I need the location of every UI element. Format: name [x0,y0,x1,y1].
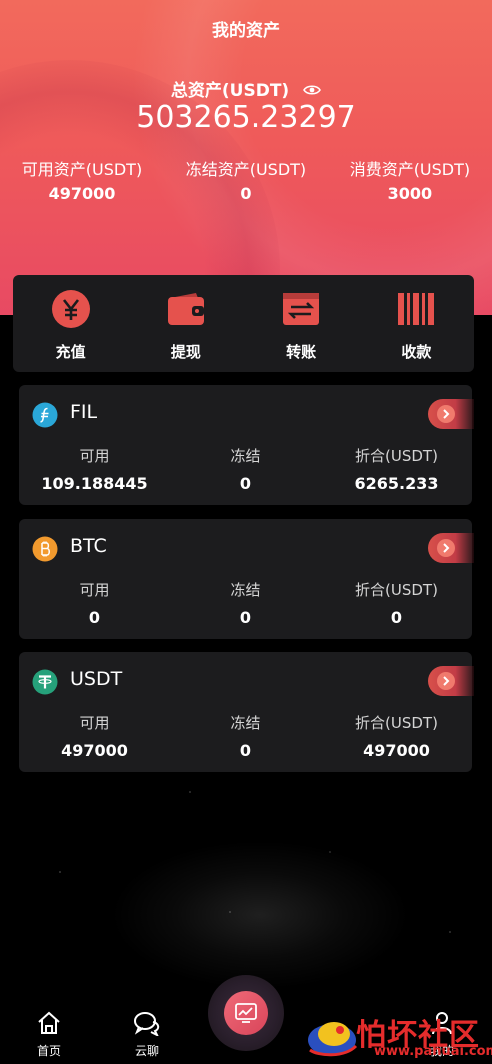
center-trade-button[interactable] [208,975,284,1051]
frozen-column: 冻结 0 [170,579,321,627]
consumption-assets-label: 消费资产(USDT) [349,160,471,179]
converted-column: 折合(USDT) 0 [321,579,472,627]
watermark-logo-icon [308,1022,358,1057]
chevron-right-icon [437,405,455,423]
asset-card-fil[interactable]: FIL 可用 109.188445 冻结 0 折合(USDT) 6265.233 [19,385,474,505]
available-assets-label: 可用资产(USDT) [21,160,143,179]
chat-icon [134,1012,160,1038]
frozen-value: 0 [239,741,252,760]
deposit-button[interactable]: 充值 [13,275,128,372]
frozen-column: 冻结 0 [170,445,321,493]
fil-coin-icon [32,402,58,428]
frozen-assets-label: 冻结资产(USDT) [185,160,307,179]
transfer-button[interactable]: 转账 [244,275,359,372]
available-label: 可用 [79,714,110,732]
available-value: 109.188445 [41,474,148,493]
total-assets-label-text: 总资产(USDT) [170,81,290,101]
watermark-url: www.pahuai.com [374,1044,492,1059]
asset-summary: 可用资产(USDT) 497000 冻结资产(USDT) 0 消费资产(USDT… [0,156,492,203]
yen-coin-icon [51,290,90,328]
transfer-icon [283,293,320,325]
asset-values: 可用 497000 冻结 0 折合(USDT) 497000 [19,712,472,760]
asset-name: BTC [70,535,107,557]
frozen-label: 冻结 [230,581,261,599]
converted-label: 折合(USDT) [355,714,438,732]
tab-home[interactable]: 首页 [19,1010,79,1059]
frozen-assets-value: 0 [240,184,252,203]
frozen-label: 冻结 [230,447,261,465]
barcode-icon [398,293,435,325]
withdraw-button[interactable]: 提现 [128,275,243,372]
converted-column: 折合(USDT) 497000 [321,712,472,760]
galaxy-decoration [110,840,410,990]
btc-coin-icon [32,536,58,562]
converted-column: 折合(USDT) 6265.233 [321,445,472,493]
available-value: 0 [88,608,101,627]
tab-chat-label: 云聊 [134,1044,159,1058]
asset-detail-button[interactable] [428,666,474,696]
asset-name: FIL [70,401,98,423]
available-assets-value: 497000 [48,184,116,203]
total-assets-value: 503265.23297 [136,100,356,135]
available-column: 可用 109.188445 [19,445,170,493]
converted-label: 折合(USDT) [355,447,438,465]
asset-detail-button[interactable] [428,533,474,563]
usdt-coin-icon [32,669,58,695]
wallet-icon [167,293,204,325]
available-label: 可用 [79,581,110,599]
asset-values: 可用 0 冻结 0 折合(USDT) 0 [19,579,472,627]
quick-actions: 充值 提现 转账 收款 [13,275,474,372]
frozen-column: 冻结 0 [170,712,321,760]
page-title: 我的资产 [212,21,280,41]
converted-value: 497000 [363,741,430,760]
available-value: 497000 [61,741,128,760]
converted-value: 0 [390,608,403,627]
total-assets-label: 总资产(USDT) [0,76,492,101]
converted-value: 6265.233 [354,474,439,493]
home-icon [38,1011,60,1034]
receive-button[interactable]: 收款 [359,275,474,372]
transfer-label: 转账 [286,343,317,361]
eye-icon[interactable] [303,81,322,101]
available-column: 可用 0 [19,579,170,627]
frozen-assets: 冻结资产(USDT) 0 [164,156,328,203]
asset-name: USDT [70,668,123,690]
frozen-value: 0 [239,474,252,493]
converted-label: 折合(USDT) [355,581,438,599]
chart-icon [235,1003,257,1023]
deposit-label: 充值 [55,343,86,361]
frozen-value: 0 [239,608,252,627]
asset-card-usdt[interactable]: USDT 可用 497000 冻结 0 折合(USDT) 497000 [19,652,474,772]
tab-chat[interactable]: 云聊 [117,1010,177,1059]
consumption-assets-value: 3000 [387,184,433,203]
asset-values: 可用 109.188445 冻结 0 折合(USDT) 6265.233 [19,445,472,493]
available-column: 可用 497000 [19,712,170,760]
available-assets: 可用资产(USDT) 497000 [0,156,164,203]
asset-card-btc[interactable]: BTC 可用 0 冻结 0 折合(USDT) 0 [19,519,474,639]
center-button-inner [224,991,268,1035]
withdraw-label: 提现 [170,343,201,361]
tab-home-label: 首页 [36,1044,61,1058]
asset-detail-button[interactable] [428,399,474,429]
chevron-right-icon [437,539,455,557]
frozen-label: 冻结 [230,714,261,732]
consumption-assets: 消费资产(USDT) 3000 [328,156,492,203]
receive-label: 收款 [401,343,432,361]
available-label: 可用 [79,447,110,465]
watermark: 怕坏社区 www.pahuai.com [304,1008,492,1064]
chevron-right-icon [437,672,455,690]
